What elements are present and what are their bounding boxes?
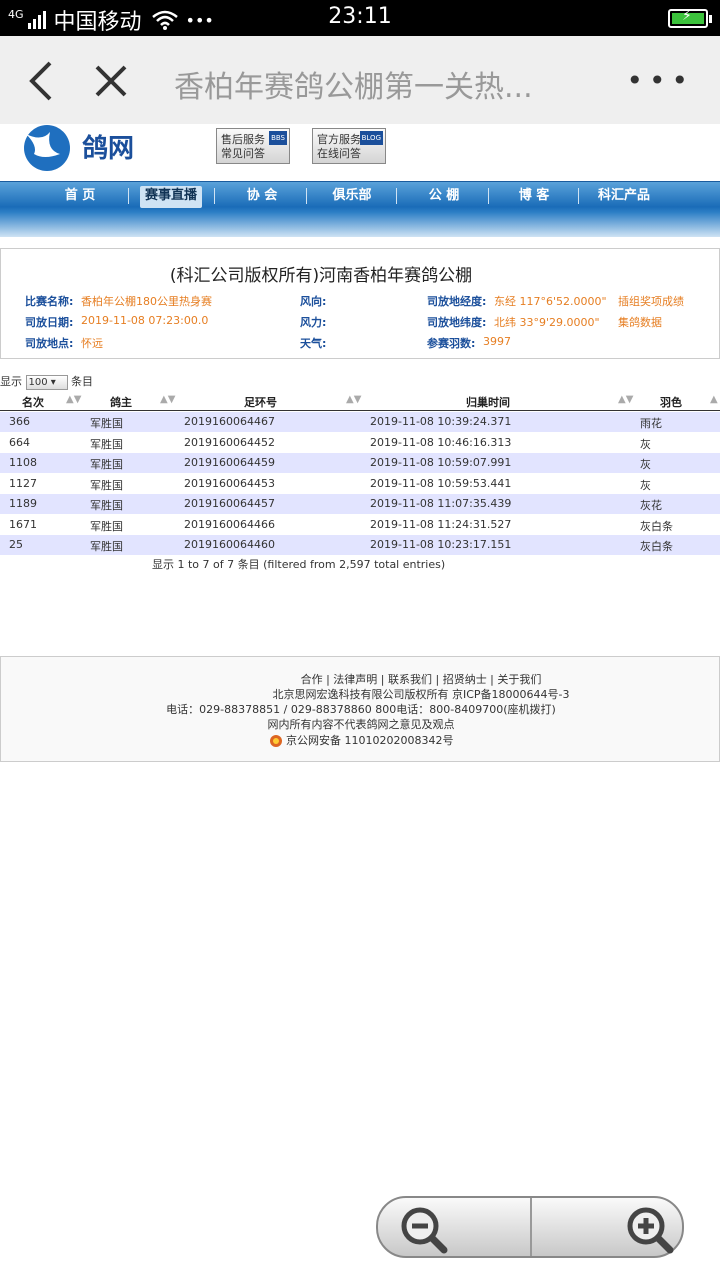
- race-info-panel: (科汇公司版权所有)河南香柏年赛鸽公棚 比赛名称: 香柏年公棚180公里热身赛 …: [0, 248, 720, 359]
- col-ring[interactable]: 足环号: [244, 394, 277, 410]
- race-title: (科汇公司版权所有)河南香柏年赛鸽公棚: [169, 266, 473, 286]
- cell-time: 2019-11-08 11:07:35.439: [370, 497, 512, 510]
- police-badge-icon: [269, 735, 282, 747]
- globe-dove-icon: [24, 125, 70, 171]
- footer-police: 京公网安备 11010202008342号: [1, 732, 720, 748]
- zoom-in-icon[interactable]: [622, 1204, 682, 1254]
- site-logo[interactable]: 鸽网: [20, 124, 160, 172]
- cell-owner: 军胜国: [90, 458, 123, 471]
- collection-data-link[interactable]: 集鸽数据: [618, 314, 662, 330]
- back-icon[interactable]: [26, 60, 56, 102]
- battery-icon: ⚡: [668, 8, 712, 28]
- table-length-control: 显示 100 ▾ 条目: [0, 374, 93, 390]
- release-date: 2019-11-08 07:23:00.0: [81, 314, 209, 327]
- group-prize-link[interactable]: 插组奖项成绩: [618, 293, 684, 309]
- site-footer: 合作 | 法律声明 | 联系我们 | 招贤纳士 | 关于我们 北京思网宏逸科技有…: [0, 656, 720, 762]
- cell-ring: 2019160064467: [184, 415, 275, 428]
- sort-icon[interactable]: ▲: [710, 394, 718, 405]
- release-latitude: 北纬 33°9'29.0000": [494, 316, 600, 329]
- cell-color: 灰白条: [640, 540, 673, 553]
- after-sales-button[interactable]: 售后服务 常见问答 BBS: [216, 128, 290, 164]
- footer-links[interactable]: 合作 | 法律声明 | 联系我们 | 招贤纳士 | 关于我们: [61, 671, 720, 687]
- footer-disclaimer: 网内所有内容不代表鸽网之意见及观点: [267, 718, 455, 731]
- nav-products[interactable]: 科汇产品: [588, 186, 660, 208]
- nav-home[interactable]: 首 页: [44, 186, 116, 208]
- browser-toolbar: 香柏年赛鸽公棚第一关热... •••: [0, 36, 720, 124]
- cell-time: 2019-11-08 10:46:16.313: [370, 435, 512, 449]
- sort-icon[interactable]: ▲▼: [66, 394, 81, 405]
- cell-color: 灰: [640, 437, 651, 451]
- cell-rank: 25: [9, 538, 23, 551]
- release-longitude: 东经 117°6'52.0000": [494, 295, 607, 308]
- cell-owner: 军胜国: [90, 478, 123, 492]
- cell-ring: 2019160064453: [184, 476, 275, 490]
- cell-time: 2019-11-08 10:39:24.371: [370, 415, 512, 428]
- table-row: 1671 军胜国 2019160064466 2019-11-08 11:24:31.…: [0, 515, 720, 535]
- bbs-tag: BBS: [269, 131, 287, 145]
- footer-copyright: 北京思网宏逸科技有限公司版权所有 京ICP备18000644号-3: [272, 688, 570, 701]
- cell-rank: 664: [9, 435, 30, 449]
- cell-rank: 1189: [9, 497, 37, 510]
- cell-time: 2019-11-08 10:59:07.991: [370, 456, 512, 469]
- page-title: 香柏年赛鸽公棚第一关热...: [174, 70, 533, 105]
- table-row: 1127 军胜国 2019160064453 2019-11-08 10:59:53.…: [0, 474, 720, 494]
- cell-color: 灰白条: [640, 519, 673, 533]
- sort-icon[interactable]: ▲▼: [346, 394, 361, 405]
- entry-count: 3997: [483, 335, 511, 348]
- col-time[interactable]: 归巢时间: [466, 394, 510, 410]
- col-owner[interactable]: 鸽主: [110, 394, 132, 410]
- nav-club[interactable]: 俱乐部: [316, 186, 388, 208]
- cell-ring: 2019160064460: [184, 538, 275, 551]
- cell-time: 2019-11-08 10:23:17.151: [370, 538, 512, 551]
- nav-live[interactable]: 赛事直播: [140, 186, 202, 208]
- zoom-out-icon[interactable]: [396, 1204, 456, 1254]
- table-header: 名次 ▲▼ 鸽主 ▲▼ 足环号 ▲▼ 归巢时间 ▲▼ 羽色 ▲: [0, 392, 720, 411]
- cell-rank: 1108: [9, 456, 37, 469]
- more-menu-button[interactable]: •••: [626, 64, 694, 97]
- cell-color: 雨花: [640, 417, 662, 430]
- nav-blog[interactable]: 博 客: [498, 186, 570, 208]
- cell-color: 灰花: [640, 499, 662, 512]
- cell-owner: 军胜国: [90, 499, 123, 512]
- zoom-control: [376, 1196, 684, 1258]
- table-row: 1189 军胜国 2019160064457 2019-11-08 11:07:35.…: [0, 494, 720, 514]
- page-size-select[interactable]: 100 ▾: [25, 374, 68, 390]
- cell-ring: 2019160064466: [184, 517, 275, 531]
- sort-icon[interactable]: ▲▼: [618, 394, 633, 405]
- cell-rank: 366: [9, 415, 30, 428]
- table-row: 1108 军胜国 2019160064459 2019-11-08 10:59:07.…: [0, 453, 720, 473]
- table-row: 366 军胜国 2019160064467 2019-11-08 10:39:24.3…: [0, 412, 720, 432]
- cell-ring: 2019160064459: [184, 456, 275, 469]
- cell-owner: 军胜国: [90, 540, 123, 553]
- sort-icon[interactable]: ▲▼: [160, 394, 175, 405]
- logo-text: 鸽网: [82, 134, 135, 164]
- cell-ring: 2019160064457: [184, 497, 275, 510]
- cell-owner: 军胜国: [90, 417, 123, 430]
- close-icon[interactable]: [94, 64, 128, 98]
- cell-owner: 军胜国: [90, 519, 123, 533]
- cell-owner: 军胜国: [90, 437, 123, 451]
- nav-association[interactable]: 协 会: [226, 186, 298, 208]
- main-nav: 首 页 赛事直播 协 会 俱乐部 公 棚 博 客 科汇产品: [0, 181, 720, 237]
- clock: 23:11: [328, 4, 392, 29]
- release-place: 怀远: [81, 337, 103, 350]
- nav-loft[interactable]: 公 棚: [408, 186, 480, 208]
- footer-phone: 电话：029-88378851 / 029-88378860 800电话：800…: [166, 703, 556, 716]
- cell-rank: 1127: [9, 476, 37, 490]
- cell-rank: 1671: [9, 517, 37, 531]
- blog-tag: BLOG: [359, 131, 383, 145]
- col-rank[interactable]: 名次: [22, 394, 44, 410]
- cell-time: 2019-11-08 10:59:53.441: [370, 476, 512, 490]
- status-bar: 4G 中国移动 ••• 23:11 ⚡: [0, 0, 720, 36]
- cell-color: 灰: [640, 478, 651, 492]
- cell-color: 灰: [640, 458, 651, 471]
- cell-ring: 2019160064452: [184, 435, 275, 449]
- official-service-button[interactable]: 官方服务 在线问答 BLOG: [312, 128, 386, 164]
- table-row: 664 军胜国 2019160064452 2019-11-08 10:46:16.3…: [0, 433, 720, 453]
- table-info: 显示 1 to 7 of 7 条目 (filtered from 2,597 t…: [152, 558, 446, 571]
- col-color[interactable]: 羽色: [660, 394, 682, 410]
- cell-time: 2019-11-08 11:24:31.527: [370, 517, 512, 531]
- table-row: 25 军胜国 2019160064460 2019-11-08 10:23:17.15…: [0, 535, 720, 555]
- race-name: 香柏年公棚180公里热身赛: [81, 295, 212, 308]
